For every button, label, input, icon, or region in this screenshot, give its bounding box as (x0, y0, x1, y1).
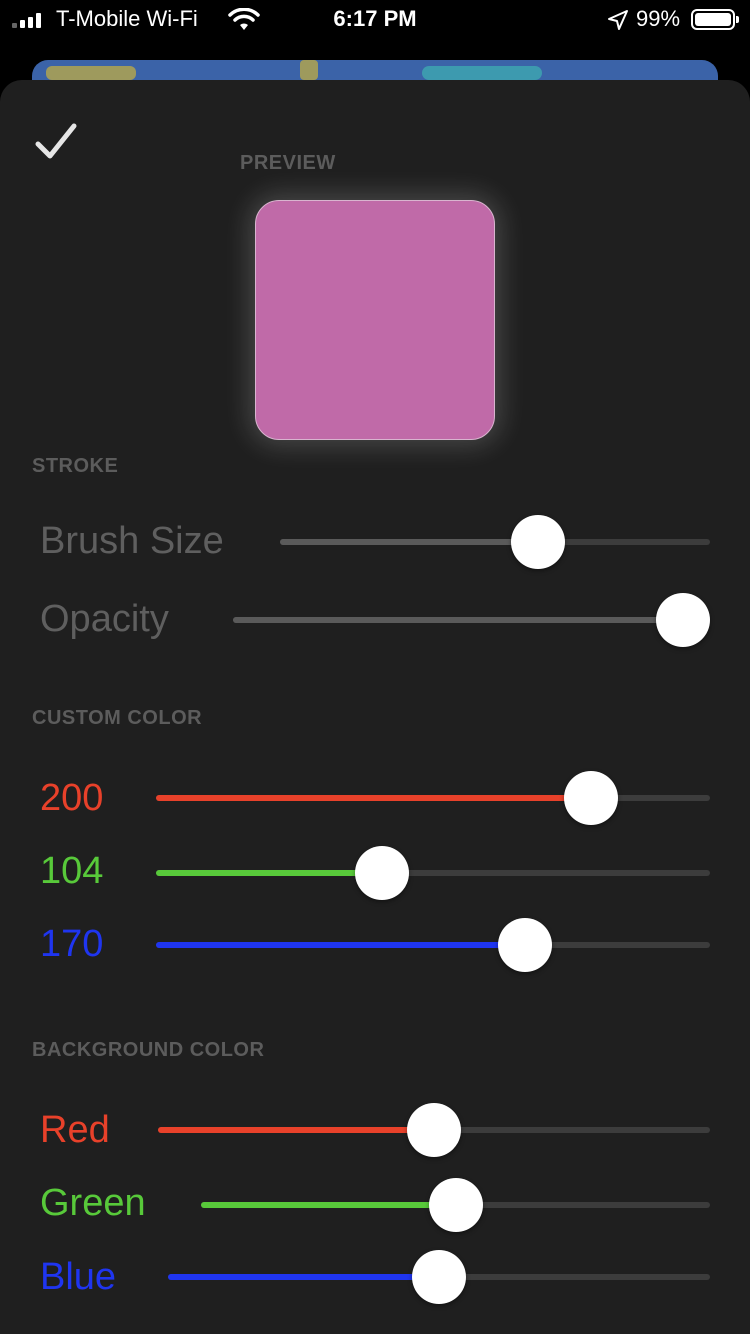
background-color-section-title: BACKGROUND COLOR (32, 1039, 265, 1061)
background-red-label: Red (40, 1109, 110, 1151)
custom-color-section-title: CUSTOM COLOR (32, 707, 203, 729)
brush-size-label: Brush Size (40, 520, 224, 562)
status-bar: T-Mobile Wi-Fi 6:17 PM 99% (0, 0, 750, 40)
background-blue-label: Blue (40, 1256, 117, 1298)
background-red-slider[interactable] (158, 1100, 710, 1160)
background-green-label: Green (40, 1182, 146, 1224)
location-arrow-icon (608, 10, 628, 30)
custom-red-value: 200 (40, 777, 104, 819)
custom-green-value: 104 (40, 850, 104, 892)
checkmark-icon[interactable] (34, 120, 78, 164)
custom-blue-slider-thumb[interactable] (498, 918, 553, 972)
custom-blue-slider[interactable] (156, 915, 710, 975)
custom-red-slider[interactable] (156, 768, 710, 828)
brush-size-slider[interactable] (280, 512, 710, 572)
custom-green-slider-thumb[interactable] (354, 846, 409, 900)
opacity-slider[interactable] (233, 590, 710, 650)
preview-section-title: PREVIEW (240, 152, 336, 174)
battery-icon (691, 9, 739, 30)
opacity-label: Opacity (40, 598, 169, 640)
background-green-slider-thumb[interactable] (428, 1178, 483, 1232)
brush-settings-sheet: PREVIEW STROKE Brush Size Opacity CUSTOM… (0, 80, 750, 1334)
background-green-slider[interactable] (201, 1175, 710, 1235)
background-red-slider-thumb[interactable] (407, 1103, 461, 1157)
stroke-section-title: STROKE (32, 455, 119, 477)
brush-size-slider-thumb[interactable] (511, 515, 565, 569)
custom-red-slider-thumb[interactable] (563, 771, 618, 825)
background-blue-slider-thumb[interactable] (412, 1250, 466, 1304)
preview-swatch (255, 200, 495, 440)
background-blue-slider[interactable] (168, 1247, 710, 1307)
battery-percent: 99% (636, 6, 681, 31)
custom-green-slider[interactable] (156, 843, 710, 903)
opacity-slider-thumb[interactable] (656, 593, 710, 647)
custom-blue-value: 170 (40, 923, 104, 965)
